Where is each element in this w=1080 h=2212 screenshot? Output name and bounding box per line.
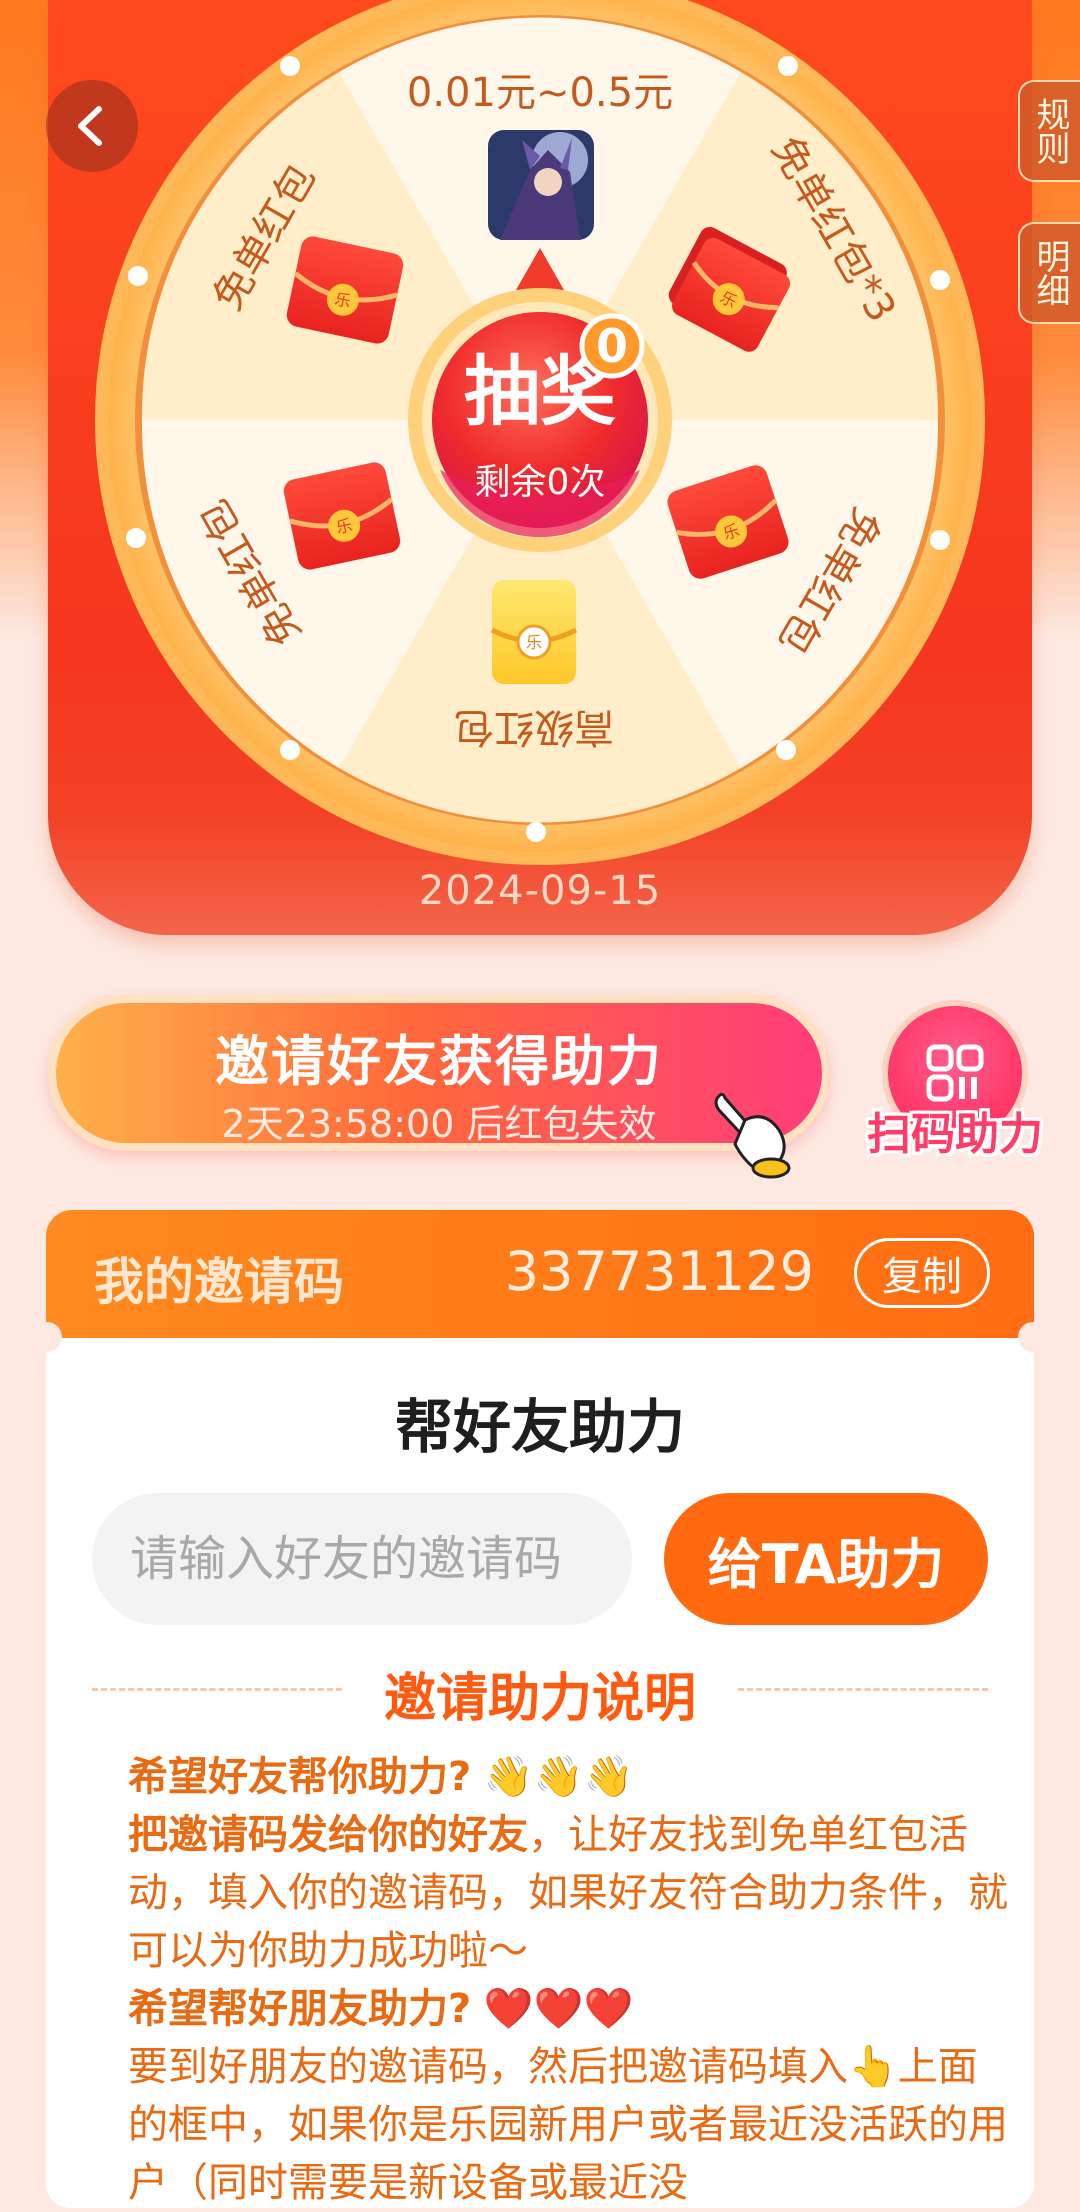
lottery-date: 2024-09-15: [418, 868, 662, 914]
segment-label-bottom: 高级红包: [454, 704, 614, 750]
copy-button[interactable]: 复制: [854, 1238, 990, 1308]
qr-scan-icon: [926, 1044, 984, 1102]
back-button[interactable]: [46, 80, 138, 172]
ticket-notch-right: [1018, 1322, 1048, 1352]
lottery-wheel: 0.01元~0.5元 免单红包*3 免单红包 高级红包 免单红包 免单红包 乐 …: [95, 0, 985, 865]
hearts-emoji: ❤️❤️❤️: [483, 1986, 634, 2032]
gold-envelope-icon: 乐: [490, 580, 578, 684]
segment-label-top: 0.01元~0.5元: [407, 70, 673, 116]
explanation-p1-bold: 把邀请码发给你的好友: [128, 1812, 528, 1858]
my-invite-code-bar: 我的邀请码 337731129 复制: [46, 1210, 1034, 1340]
explanation-p1: 把邀请码发给你的好友，让好友找到免单红包活动，填入你的邀请码，如果好友符合助力条…: [128, 1806, 1008, 1980]
friend-code-input[interactable]: [92, 1493, 632, 1625]
give-help-button[interactable]: 给TA助力: [664, 1493, 988, 1625]
scan-help-label[interactable]: 扫码助力: [850, 1098, 1060, 1162]
explanation-q1: 希望好友帮你助力? 👋👋👋: [128, 1748, 1008, 1806]
svg-text:乐: 乐: [526, 633, 542, 652]
help-friend-title: 帮好友助力: [394, 1393, 685, 1461]
divider-right: [738, 1688, 988, 1691]
explanation-q1-text: 希望好友帮你助力?: [128, 1754, 472, 1800]
pointing-hand-icon: [714, 1092, 791, 1179]
spin-count-badge-value: 0: [596, 319, 628, 373]
ticket-notch-left: [32, 1322, 62, 1352]
my-invite-code-value: 337731129: [504, 1240, 814, 1303]
my-invite-code-label: 我的邀请码: [94, 1253, 344, 1311]
rules-tab[interactable]: 规则: [1018, 80, 1080, 182]
explanation-text: 希望好友帮你助力? 👋👋👋 把邀请码发给你的好友，让好友找到免单红包活动，填入你…: [128, 1748, 1008, 2212]
chevron-left-icon: [78, 106, 102, 146]
game-character-thumbnail: [488, 130, 594, 240]
explanation-q2: 希望帮好朋友助力? ❤️❤️❤️: [128, 1980, 1008, 2038]
explanation-title: 邀请助力说明: [383, 1669, 696, 1729]
details-tab[interactable]: 明细: [1018, 222, 1080, 324]
explanation-q2-text: 希望帮好朋友助力?: [128, 1986, 472, 2032]
waving-hands-emoji: 👋👋👋: [483, 1754, 634, 1800]
explanation-p2: 要到好朋友的邀请码，然后把邀请码填入👆上面的框中，如果你是乐园新用户或者最近没活…: [128, 2044, 1008, 2206]
help-friend-panel: 帮好友助力 给TA助力 邀请助力说明 希望好友帮你助力? 👋👋👋 把邀请码发给你…: [46, 1338, 1034, 2208]
remaining-spins: 剩余0次: [475, 462, 606, 503]
